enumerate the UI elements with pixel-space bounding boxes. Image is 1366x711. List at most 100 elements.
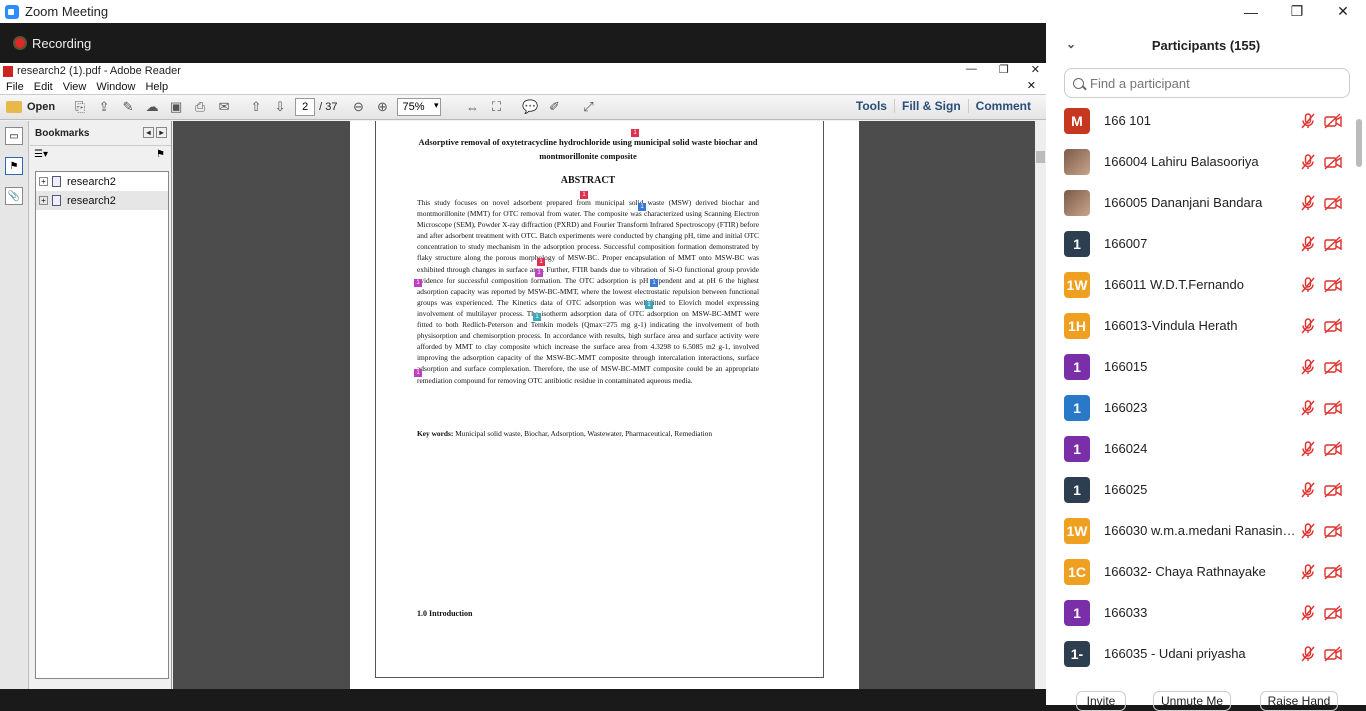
participant-row[interactable]: 1 166033 [1046, 592, 1356, 633]
zoom-out-icon[interactable]: ⊖ [347, 97, 369, 117]
zoom-level-select[interactable]: 75% [397, 98, 442, 116]
page-number-input[interactable]: 2 [295, 98, 316, 116]
menu-file[interactable]: File [6, 81, 24, 93]
video-off-icon [1324, 646, 1342, 662]
annotation-marker-icon[interactable]: 1 [638, 203, 646, 211]
navigation-rail: ▭ ⚑ 📎 [0, 121, 29, 689]
invite-button[interactable]: Invite [1076, 691, 1126, 711]
email-icon[interactable]: ✉ [213, 97, 235, 117]
minimize-button[interactable]: — [1228, 0, 1274, 23]
menu-help[interactable]: Help [145, 81, 168, 93]
attachments-icon[interactable]: 📎 [5, 187, 23, 205]
participant-row[interactable]: 1 166015 [1046, 346, 1356, 387]
participant-row[interactable]: 1 166025 [1046, 469, 1356, 510]
fill-sign-button[interactable]: Fill & Sign [893, 99, 968, 113]
bookmarks-label: Bookmarks [35, 127, 90, 139]
collapse-panel-icon[interactable]: ◂ [143, 127, 154, 138]
print-icon[interactable]: ⎙ [189, 97, 211, 117]
page-thumbnails-icon[interactable]: ▭ [5, 127, 23, 145]
annotation-marker-icon[interactable]: 1 [645, 301, 653, 309]
bookmark-item[interactable]: + research2 [36, 191, 168, 210]
avatar [1064, 189, 1090, 216]
annotation-marker-icon[interactable]: 1 [631, 129, 639, 137]
annotation-marker-icon[interactable]: 1 [414, 279, 422, 287]
highlight-icon[interactable]: ✐ [543, 97, 565, 117]
comment-button[interactable]: Comment [967, 99, 1038, 113]
participant-row[interactable]: 1C 166032- Chaya Rathnayake [1046, 551, 1356, 592]
annotation-marker-icon[interactable]: 1 [533, 313, 541, 321]
participant-row[interactable]: M 166 101 [1046, 100, 1356, 141]
menu-view[interactable]: View [63, 81, 87, 93]
scrollbar-thumb[interactable] [1356, 119, 1362, 167]
raise-hand-button[interactable]: Raise Hand [1260, 691, 1338, 711]
pdf-icon [3, 65, 13, 77]
unmute-me-button[interactable]: Unmute Me [1153, 691, 1231, 711]
participant-name: 166032- Chaya Rathnayake [1104, 564, 1266, 579]
reader-restore-button[interactable]: ❐ [999, 63, 1009, 76]
mic-muted-icon [1300, 523, 1316, 539]
annotation-marker-icon[interactable]: 1 [650, 279, 658, 287]
video-off-icon [1324, 113, 1342, 129]
participant-row[interactable]: 1- 166035 - Udani priyasha [1046, 633, 1356, 674]
expand-icon[interactable]: + [39, 177, 48, 186]
participant-name: 166007 [1104, 236, 1148, 251]
edit-icon[interactable]: ✎ [117, 97, 139, 117]
bookmark-label: research2 [67, 175, 116, 188]
mic-muted-icon [1300, 359, 1316, 375]
chevron-down-icon[interactable]: ⌄ [1066, 37, 1076, 51]
bookmark-options-icon[interactable]: ☰▾ [34, 149, 48, 160]
comment-bubble-icon[interactable]: 💬 [519, 97, 541, 117]
expand-icon[interactable]: + [39, 196, 48, 205]
close-panel-icon[interactable]: ▸ [156, 127, 167, 138]
zoom-in-icon[interactable]: ⊕ [371, 97, 393, 117]
reader-close-button[interactable]: ✕ [1031, 63, 1040, 76]
participant-row[interactable]: 1 166007 [1046, 223, 1356, 264]
participant-name: 166024 [1104, 441, 1148, 456]
bookmark-item[interactable]: + research2 [36, 172, 168, 191]
export-icon[interactable]: ⇪ [93, 97, 115, 117]
mic-muted-icon [1300, 646, 1316, 662]
menu-window[interactable]: Window [96, 81, 135, 93]
participant-row[interactable]: 1 166024 [1046, 428, 1356, 469]
new-bookmark-icon[interactable]: ⚑ [156, 149, 165, 160]
participants-footer: Invite Unmute Me Raise Hand [1046, 687, 1366, 711]
cloud-upload-icon[interactable]: ☁ [141, 97, 163, 117]
mic-muted-icon [1300, 482, 1316, 498]
tools-button[interactable]: Tools [849, 99, 894, 113]
page-up-icon[interactable]: ⇧ [245, 97, 267, 117]
participant-row[interactable]: 1W 166030 w.m.a.medani Ranasinghe [1046, 510, 1356, 551]
expand-icon[interactable]: ⤢ [577, 97, 599, 117]
search-input[interactable] [1090, 75, 1340, 91]
annotation-marker-icon[interactable]: 1 [537, 258, 545, 266]
scrollbar-thumb[interactable] [1036, 151, 1045, 163]
participant-row[interactable]: 166004 Lahiru Balasooriya [1046, 141, 1356, 182]
open-button[interactable]: Open [6, 101, 55, 113]
fit-width-icon[interactable]: ⇔ [461, 97, 483, 117]
menu-close-icon[interactable]: ✕ [1027, 79, 1036, 92]
document-viewer[interactable]: Adsorptive removal of oxytetracycline hy… [173, 121, 1035, 689]
maximize-button[interactable]: ❐ [1274, 0, 1320, 23]
page-down-icon[interactable]: ⇩ [269, 97, 291, 117]
participant-row[interactable]: 1 166023 [1046, 387, 1356, 428]
annotation-marker-icon[interactable]: 1 [535, 269, 543, 277]
bookmark-panel-icon[interactable]: ⚑ [5, 157, 23, 175]
participants-scrollbar[interactable] [1356, 103, 1362, 683]
annotation-marker-icon[interactable]: 1 [414, 369, 422, 377]
participant-name: 166004 Lahiru Balasooriya [1104, 154, 1259, 169]
recording-bar: Recording [0, 23, 1046, 63]
find-participant-field[interactable] [1064, 68, 1350, 98]
participant-row[interactable]: 166005 Dananjani Bandara [1046, 182, 1356, 223]
document-scrollbar[interactable] [1035, 121, 1046, 689]
close-button[interactable]: ✕ [1320, 0, 1366, 23]
video-off-icon [1324, 236, 1342, 252]
shared-screen-adobe-reader: research2 (1).pdf - Adobe Reader — ❐ ✕ F… [0, 63, 1046, 689]
annotation-marker-icon[interactable]: 1 [580, 191, 588, 199]
fit-page-icon[interactable]: ⛶ [485, 97, 507, 117]
create-pdf-icon[interactable]: ⎘ [69, 97, 91, 117]
menu-edit[interactable]: Edit [34, 81, 53, 93]
participant-row[interactable]: 1W 166011 W.D.T.Fernando [1046, 264, 1356, 305]
save-icon[interactable]: ▣ [165, 97, 187, 117]
reader-minimize-button[interactable]: — [966, 63, 977, 76]
participant-row[interactable]: 1H 166013-Vindula Herath [1046, 305, 1356, 346]
video-off-icon [1324, 277, 1342, 293]
